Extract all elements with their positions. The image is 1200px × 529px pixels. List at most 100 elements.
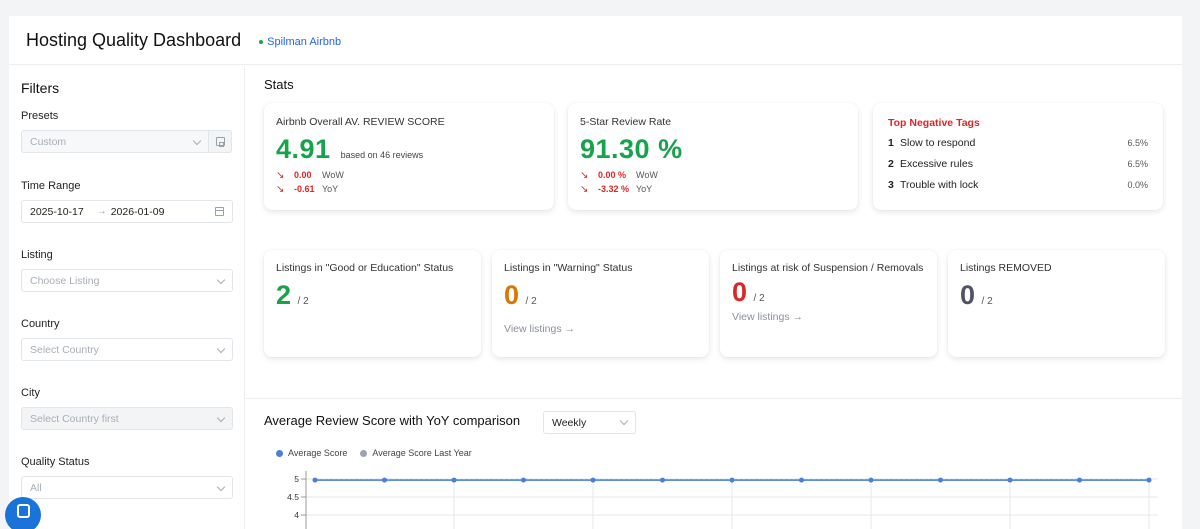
suspension-risk-total: / 2: [753, 293, 765, 304]
negative-tag-row: 2 Excessive rules 6.5%: [888, 153, 1148, 174]
five-star-title: 5-Star Review Rate: [580, 116, 672, 128]
trend-down-icon: ↘: [580, 183, 589, 195]
time-range-label: Time Range: [21, 180, 81, 192]
country-placeholder: Select Country: [30, 343, 99, 356]
suspension-risk-card: Listings at risk of Suspension / Removal…: [720, 250, 937, 357]
warning-status-card: Listings in "Warning" Status 0 / 2 View …: [492, 250, 709, 357]
start-date[interactable]: 2025-10-17: [30, 206, 84, 218]
chat-icon: [16, 504, 30, 518]
listing-select[interactable]: Choose Listing: [21, 269, 233, 292]
negative-tags-title: Top Negative Tags: [888, 117, 980, 129]
tag-rank: 3: [888, 178, 894, 191]
wow-value: 0.00 %: [598, 170, 627, 180]
data-point-average-score: [1077, 477, 1082, 483]
chevron-down-icon: [192, 136, 202, 146]
listing-label: Listing: [21, 249, 53, 261]
negative-tags-card: Top Negative Tags 1 Slow to respond 6.5%…: [873, 103, 1163, 210]
trend-down-icon: ↘: [276, 169, 285, 181]
review-score-title: Airbnb Overall AV. REVIEW SCORE: [276, 116, 445, 128]
tag-name: Excessive rules: [900, 157, 973, 170]
warning-status-title: Listings in "Warning" Status: [504, 262, 633, 274]
yoy-value: -3.32 %: [598, 184, 630, 194]
chevron-down-icon: [216, 482, 226, 492]
review-score-chart: 54.543.5: [287, 471, 1158, 529]
five-star-value: 91.30 %: [580, 134, 683, 164]
wow-label: WoW: [636, 170, 658, 180]
save-icon: [215, 137, 225, 147]
suspension-risk-count: 0: [732, 277, 748, 307]
stats-title: Stats: [264, 77, 294, 92]
app-window: Hosting Quality Dashboard Spilman Airbnb…: [5, 16, 1182, 529]
chevron-down-icon: [619, 416, 629, 426]
good-status-card: Listings in "Good or Education" Status 2…: [264, 250, 481, 357]
presets-label: Presets: [21, 110, 59, 122]
review-count-note: based on 46 reviews: [340, 150, 424, 160]
warning-status-count: 0: [504, 280, 520, 310]
warning-status-total: / 2: [525, 296, 537, 307]
review-wow-trend: ↘ 0.00 WoW: [276, 168, 542, 182]
review-yoy-trend: ↘ -0.61 YoY: [276, 182, 542, 196]
legend-item-last-year[interactable]: Average Score Last Year: [360, 448, 472, 458]
suspension-risk-title: Listings at risk of Suspension / Removal…: [732, 262, 924, 274]
tag-rank: 1: [888, 136, 894, 149]
save-preset-button[interactable]: [209, 130, 232, 153]
wow-value: 0.00: [294, 170, 312, 180]
data-point-average-score: [660, 477, 665, 483]
chevron-down-icon: [216, 275, 226, 285]
presets-select[interactable]: Custom: [21, 130, 210, 153]
data-point-average-score: [938, 477, 943, 483]
legend-swatch: [360, 449, 368, 457]
legend-swatch: [276, 449, 283, 457]
tag-name: Trouble with lock: [900, 178, 979, 191]
view-at-risk-listings-link[interactable]: View listings →: [732, 311, 925, 323]
removed-listings-total: / 2: [981, 296, 993, 307]
quality-status-select[interactable]: All: [21, 476, 233, 499]
data-point-average-score: [382, 477, 387, 483]
five-star-wow-trend: ↘ 0.00 % WoW: [580, 168, 846, 182]
chat-launcher-button[interactable]: [5, 497, 41, 529]
filters-sidebar: Filters Presets Custom Time Range 2025-1…: [9, 66, 245, 529]
five-star-card: 5-Star Review Rate 91.30 % ↘ 0.00 % WoW …: [568, 103, 858, 210]
tag-name: Slow to respond: [900, 136, 976, 149]
legend-label: Average Score Last Year: [372, 448, 472, 458]
good-status-title: Listings in "Good or Education" Status: [276, 262, 454, 274]
y-tick-label: 4: [294, 510, 299, 520]
filters-title: Filters: [21, 80, 60, 96]
account-link[interactable]: Spilman Airbnb: [267, 36, 341, 48]
data-point-average-score: [312, 477, 318, 483]
removed-listings-count: 0: [960, 280, 976, 310]
period-select[interactable]: Weekly: [543, 411, 636, 434]
country-select[interactable]: Select Country: [21, 338, 233, 361]
city-label: City: [21, 387, 40, 399]
presets-value: Custom: [30, 135, 67, 148]
five-star-yoy-trend: ↘ -3.32 % YoY: [580, 182, 846, 196]
y-tick-label: 4.5: [287, 492, 299, 502]
tag-rank: 2: [888, 157, 894, 170]
end-date[interactable]: 2026-01-09: [111, 206, 165, 218]
yoy-value: -0.61: [294, 184, 315, 194]
chevron-down-icon: [216, 413, 226, 423]
arrow-right-icon: →: [96, 206, 107, 217]
page-title: Hosting Quality Dashboard: [26, 29, 242, 50]
city-select[interactable]: Select Country first: [21, 407, 233, 430]
yoy-label: YoY: [322, 184, 339, 194]
data-point-average-score: [799, 477, 804, 483]
negative-tag-row: 3 Trouble with lock 0.0%: [888, 174, 1148, 195]
presets-row: Custom: [21, 130, 232, 153]
review-score-card: Airbnb Overall AV. REVIEW SCORE 4.91 bas…: [264, 103, 554, 210]
data-point-average-score: [1007, 477, 1013, 483]
country-label: Country: [21, 318, 60, 330]
legend-item-average-score[interactable]: Average Score: [276, 448, 347, 458]
data-point-average-score: [729, 477, 735, 483]
data-point-average-score: [590, 477, 596, 483]
tag-percent: 6.5%: [1127, 137, 1148, 148]
chart-legend: Average Score Average Score Last Year: [276, 448, 485, 458]
good-status-count: 2: [276, 280, 292, 310]
removed-listings-title: Listings REMOVED: [960, 262, 1052, 274]
view-warning-listings-link[interactable]: View listings →: [504, 323, 697, 335]
section-divider: [246, 398, 1182, 399]
time-range-picker[interactable]: 2025-10-17 → 2026-01-09: [21, 200, 233, 223]
tag-percent: 6.5%: [1127, 158, 1148, 169]
data-point-average-score: [521, 477, 526, 483]
header: Hosting Quality Dashboard Spilman Airbnb: [9, 16, 1182, 65]
